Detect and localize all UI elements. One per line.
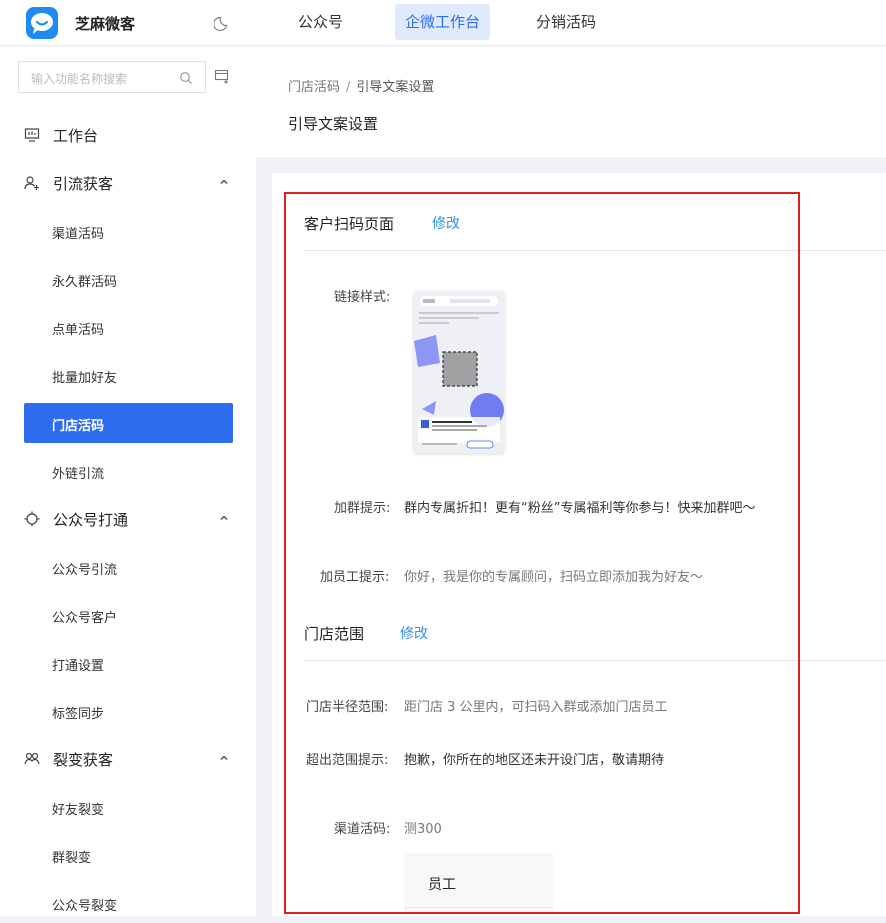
monitor-icon: [24, 128, 40, 142]
page-title: 引导文案设置: [288, 115, 379, 133]
sidebar-item-workbench[interactable]: 工作台: [0, 115, 256, 155]
menu-collapse-icon[interactable]: [214, 68, 230, 84]
sidebar-item-external-link[interactable]: 外链引流: [24, 451, 233, 491]
sidebar-item-label: 点单活码: [52, 323, 105, 338]
sidebar-item-label: 群裂变: [52, 851, 92, 866]
sidebar-group-traffic[interactable]: 引流获客: [0, 163, 256, 203]
sidebar-item-oa-customers[interactable]: 公众号客户: [24, 595, 233, 635]
sidebar-group-label: 裂变获客: [53, 751, 114, 769]
search-placeholder: 输入功能名称搜索: [31, 72, 128, 86]
sidebar-item-label: 公众号裂变: [52, 899, 118, 914]
sidebar-item-friend-fission[interactable]: 好友裂变: [24, 787, 233, 827]
sidebar-group-label: 公众号打通: [53, 511, 129, 529]
chevron-up-icon[interactable]: [219, 753, 229, 763]
sidebar-item-bulk-add-friends[interactable]: 批量加好友: [24, 355, 233, 395]
sidebar-item-label: 工作台: [53, 127, 99, 145]
sidebar-item-label: 标签同步: [52, 707, 105, 722]
sidebar-item-label: 好友裂变: [52, 803, 105, 818]
page-header: 门店活码 / 引导文案设置 引导文案设置: [256, 47, 886, 157]
breadcrumb-current: 引导文案设置: [356, 80, 435, 95]
chevron-up-icon[interactable]: [219, 513, 229, 523]
highlight-box: [284, 192, 800, 914]
sidebar-item-channel-code[interactable]: 渠道活码: [24, 211, 233, 251]
sidebar-item-label: 公众号引流: [52, 563, 118, 578]
sidebar-item-oa-traffic[interactable]: 公众号引流: [24, 547, 233, 587]
topnav-tab-distribution-code[interactable]: 分销活码: [526, 4, 606, 40]
top-bar: 芝麻微客 公众号 企微工作台 分销活码: [0, 0, 886, 46]
sidebar-item-label: 打通设置: [52, 659, 105, 674]
users-icon: [24, 752, 40, 765]
brand-logo-icon[interactable]: [26, 7, 58, 39]
breadcrumb-parent-link[interactable]: 门店活码: [288, 80, 340, 95]
brand-name: 芝麻微客: [75, 15, 136, 33]
sidebar-group-official-account[interactable]: 公众号打通: [0, 499, 256, 539]
sidebar-item-group-fission[interactable]: 群裂变: [24, 835, 233, 875]
crosshair-icon: [24, 511, 40, 527]
chevron-up-icon[interactable]: [219, 177, 229, 187]
topnav-tab-wecom-workbench[interactable]: 企微工作台: [395, 4, 491, 40]
user-add-icon: [24, 176, 39, 190]
search-icon[interactable]: [179, 71, 193, 85]
sidebar-item-single-code[interactable]: 点单活码: [24, 307, 233, 347]
sidebar-item-oa-fission[interactable]: 公众号裂变: [24, 883, 233, 923]
sidebar-item-label: 外链引流: [52, 467, 105, 482]
function-search-input[interactable]: 输入功能名称搜索: [18, 61, 206, 93]
dark-mode-moon-icon[interactable]: [214, 14, 232, 32]
sidebar-group-fission[interactable]: 裂变获客: [0, 739, 256, 779]
topnav-tab-official-account[interactable]: 公众号: [288, 4, 353, 40]
sidebar-item-label: 渠道活码: [52, 227, 105, 242]
sidebar-item-permanent-group-code[interactable]: 永久群活码: [24, 259, 233, 299]
sidebar-item-label: 门店活码: [52, 419, 105, 434]
breadcrumb-separator: /: [346, 80, 351, 95]
sidebar-item-label: 永久群活码: [52, 275, 118, 290]
sidebar-item-label: 批量加好友: [52, 371, 118, 386]
sidebar-item-label: 公众号客户: [52, 611, 118, 626]
sidebar-item-link-settings[interactable]: 打通设置: [24, 643, 233, 683]
sidebar-group-label: 引流获客: [53, 175, 114, 193]
breadcrumb: 门店活码 / 引导文案设置: [288, 76, 434, 95]
sidebar-item-tag-sync[interactable]: 标签同步: [24, 691, 233, 731]
sidebar: 输入功能名称搜索 工作台 引流获客 渠道活码 永久群活码 点单活码 批量加好友 …: [0, 47, 256, 916]
sidebar-item-store-code[interactable]: 门店活码: [24, 403, 233, 443]
